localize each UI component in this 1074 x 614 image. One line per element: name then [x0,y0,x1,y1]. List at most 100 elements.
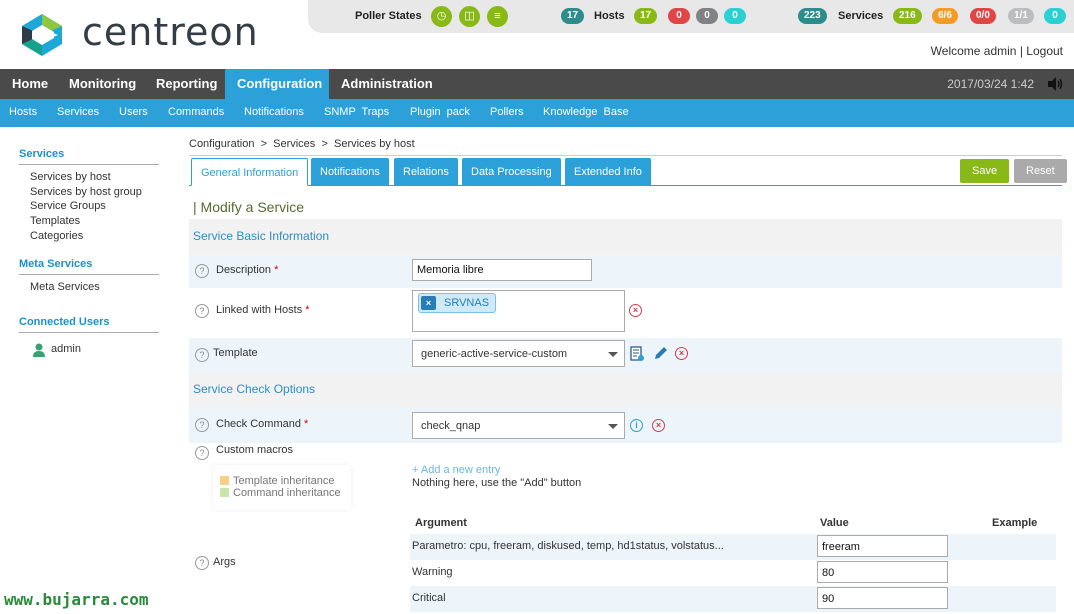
nav-configuration[interactable]: Configuration [225,69,329,99]
no-macros-message: Nothing here, use the "Add" button [412,477,582,489]
services-warning-badge[interactable]: 6/6 [932,8,958,24]
sidebar-item-categories[interactable]: Categories [30,230,83,242]
services-total-badge[interactable]: 223 [798,8,827,24]
services-critical-badge[interactable]: 0/0 [970,8,996,24]
section-check-options: Service Check Options [189,372,1062,407]
breadcrumb-services[interactable]: Services [273,138,315,150]
stack-icon[interactable]: ≡ [487,6,508,27]
edit-icon[interactable] [653,346,668,361]
clock-icon[interactable]: ◷ [431,6,452,27]
host-chip-label: SRVNAS [444,297,490,309]
subnav-services[interactable]: Services [57,106,99,118]
template-details-icon[interactable] [629,346,645,362]
database-icon[interactable]: ◫ [459,6,480,27]
subnav-snmp-traps[interactable]: SNMP Traps [324,106,389,118]
hosts-down-badge[interactable]: 0 [668,8,690,24]
arg-value-input[interactable]: 80 [817,561,948,583]
services-ok-badge[interactable]: 216 [893,8,922,24]
subnav-knowledge-base[interactable]: Knowledge Base [543,106,629,118]
info-icon[interactable]: i [630,419,643,432]
subnav-users[interactable]: Users [119,106,148,118]
hosts-pending-badge[interactable]: 0 [724,8,746,24]
clear-hosts-icon[interactable]: × [629,304,642,317]
subnav-plugin-pack[interactable]: Plugin pack [410,106,470,118]
tab-data-processing[interactable]: Data Processing [462,158,561,186]
services-pending-badge[interactable]: 0 [1044,8,1066,24]
welcome-text: Welcome admin [930,44,1017,58]
help-icon[interactable]: ? [195,418,209,432]
sidebar-item-service-groups[interactable]: Service Groups [30,200,106,212]
subnav-notifications[interactable]: Notifications [244,106,304,118]
chevron-down-icon [608,352,618,357]
hosts-up-badge[interactable]: 17 [634,8,658,24]
clock-display: 2017/03/24 1:42 [947,77,1034,91]
poller-states-label: Poller States [355,10,422,22]
arg-name: Parametro: cpu, freeram, diskused, temp,… [412,540,724,552]
help-icon[interactable]: ? [195,348,209,362]
tab-extended-info[interactable]: Extended Info [565,158,651,186]
clear-command-icon[interactable]: × [652,419,665,432]
header: centreon Poller States ◷ ◫ ≡ 17 Hosts 17… [0,0,1074,69]
help-icon[interactable]: ? [195,446,209,460]
breadcrumb-separator: > [260,138,267,150]
nav-administration[interactable]: Administration [329,69,445,99]
brand-name: centreon [82,10,259,54]
template-select[interactable]: generic-active-service-custom [412,340,625,367]
host-chip-srvnas[interactable]: × SRVNAS [418,293,497,313]
help-icon[interactable]: ? [195,264,209,278]
connected-user-admin[interactable]: admin [51,343,81,355]
args-header-example: Example [992,517,1038,529]
args-header-value: Value [820,517,849,529]
help-icon[interactable]: ? [195,304,209,318]
remove-chip-icon[interactable]: × [421,296,436,310]
arg-value-input[interactable]: 90 [817,587,948,609]
table-row: Parametro: cpu, freeram, diskused, temp,… [410,534,1056,560]
sidebar-services-heading[interactable]: Services [19,148,159,165]
hosts-label: Hosts [594,10,625,22]
sidebar-connected-users-heading: Connected Users [19,316,159,333]
arg-name: Critical [412,592,446,604]
custom-macros-label: Custom macros [216,444,294,456]
main-navigation: Home Monitoring Reporting Configuration … [0,69,1074,99]
tab-notifications[interactable]: Notifications [311,158,389,186]
breadcrumb-services-by-host[interactable]: Services by host [334,138,415,150]
check-command-select[interactable]: check_qnap [412,412,625,439]
legend-swatch [220,476,229,485]
description-input[interactable]: Memoria libre [412,259,592,281]
status-panel: Poller States ◷ ◫ ≡ 17 Hosts 17 0 0 0 22… [308,0,1074,33]
reset-button[interactable]: Reset [1014,159,1067,183]
nav-monitoring[interactable]: Monitoring [57,69,148,99]
tab-general-information[interactable]: General Information [191,158,309,186]
legend-swatch [220,488,229,497]
subnav-hosts[interactable]: Hosts [9,106,37,118]
sidebar-item-services-by-host[interactable]: Services by host [30,171,111,183]
linked-hosts-row: ? Linked with Hosts * × [189,288,1062,338]
watermark: www.bujarra.com [4,590,149,609]
sidebar-item-templates[interactable]: Templates [30,215,80,227]
services-unknown-badge[interactable]: 1/1 [1008,8,1034,24]
sidebar-meta-heading[interactable]: Meta Services [19,258,159,275]
subnav-pollers[interactable]: Pollers [490,106,524,118]
logout-link[interactable]: Logout [1026,44,1063,58]
nav-home[interactable]: Home [0,69,60,99]
sidebar: Services Services by host Services by ho… [0,127,180,614]
breadcrumb-configuration[interactable]: Configuration [189,138,254,150]
section-basic-information: Service Basic Information [189,219,1062,254]
add-new-entry-link[interactable]: + Add a new entry [412,464,500,476]
nav-reporting[interactable]: Reporting [144,69,229,99]
check-command-selected-value: check_qnap [421,420,481,432]
speaker-icon[interactable] [1047,76,1063,92]
sidebar-item-meta-services[interactable]: Meta Services [30,281,100,293]
hosts-total-badge[interactable]: 17 [561,8,585,24]
subnav-commands[interactable]: Commands [168,106,224,118]
sidebar-item-services-by-host-group[interactable]: Services by host group [30,186,142,198]
centreon-logo[interactable]: centreon [18,10,278,58]
tab-relations[interactable]: Relations [394,158,458,186]
help-icon[interactable]: ? [195,556,209,570]
args-label: Args [213,556,236,568]
template-label: Template [213,347,258,359]
hosts-unreachable-badge[interactable]: 0 [696,8,718,24]
arg-value-input[interactable]: freeram [817,535,948,557]
save-button[interactable]: Save [960,159,1010,183]
clear-template-icon[interactable]: × [675,347,688,360]
